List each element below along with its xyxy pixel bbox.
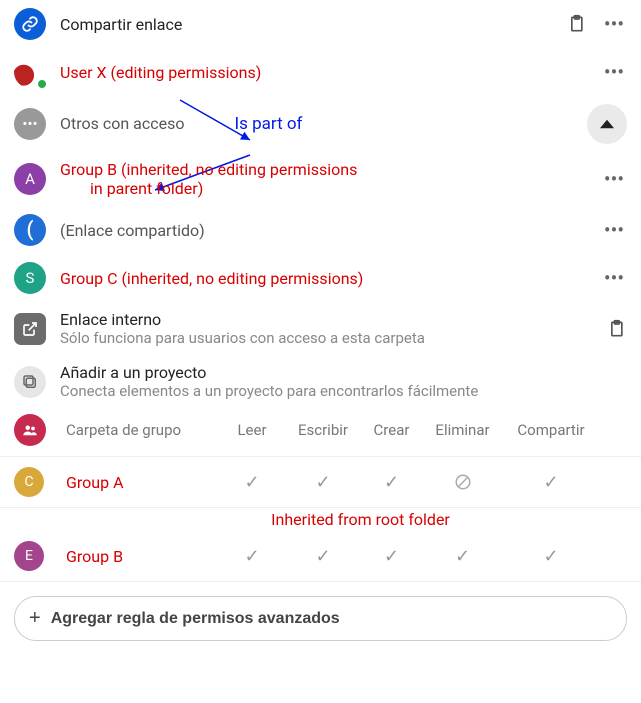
add-project-title: Añadir a un proyecto (60, 363, 627, 382)
inherited-note: Inherited from root folder (0, 508, 641, 531)
internal-link-sub: Sólo funciona para usuarios con acceso a… (60, 329, 591, 347)
shared-link-avatar: ( (14, 214, 46, 246)
group-b-perm-avatar: E (14, 541, 44, 571)
group-c-avatar: S (14, 262, 46, 294)
link-icon (14, 8, 46, 40)
add-advanced-rule-button[interactable]: + Agregar regla de permisos avanzados (14, 596, 627, 641)
perm-row-group-b: E Group B ✓ ✓ ✓ ✓ ✓ (0, 531, 641, 582)
add-project-sub: Conecta elementos a un proyecto para enc… (60, 382, 627, 400)
col-read: Leer (222, 421, 282, 439)
more-icon[interactable]: ••• (601, 265, 627, 291)
plus-icon: + (29, 607, 41, 630)
col-create: Crear (364, 421, 419, 439)
col-delete: Eliminar (425, 421, 500, 439)
ellipsis-avatar-icon: ••• (14, 108, 46, 140)
group-b-line1: Group B (inherited, no editing permissio… (60, 160, 587, 179)
more-icon[interactable]: ••• (601, 166, 627, 192)
permissions-header: Carpeta de grupo Leer Escribir Crear Eli… (0, 408, 641, 457)
is-part-of-annotation: Is part of (234, 114, 302, 134)
group-icon (14, 414, 46, 446)
others-with-access-row: ••• Otros con acceso Is part of (0, 96, 641, 152)
group-c-label: Group C (inherited, no editing permissio… (60, 269, 587, 288)
perm-cell[interactable]: ✓ (364, 472, 419, 493)
stack-icon (14, 366, 46, 398)
shared-link-row: ( (Enlace compartido) ••• (0, 206, 641, 254)
user-x-avatar (14, 56, 46, 88)
perm-cell[interactable]: ✓ (364, 546, 419, 567)
add-to-project-row[interactable]: Añadir a un proyecto Conecta elementos a… (0, 355, 641, 408)
share-link-label: Compartir enlace (60, 15, 551, 34)
perm-cell[interactable]: ✓ (222, 546, 282, 567)
presence-dot (36, 78, 48, 90)
more-icon[interactable]: ••• (601, 217, 627, 243)
others-label: Otros con acceso (60, 114, 184, 133)
external-link-icon (14, 313, 46, 345)
col-group-folder: Carpeta de grupo (66, 421, 216, 439)
perm-cell-denied[interactable] (425, 473, 500, 491)
add-rule-label: Agregar regla de permisos avanzados (51, 610, 340, 628)
perm-cell[interactable]: ✓ (425, 546, 500, 567)
clipboard-icon[interactable] (605, 318, 627, 340)
perm-cell[interactable]: ✓ (506, 546, 596, 567)
group-b-line2: in parent folder) (60, 179, 587, 198)
group-a-name: Group A (66, 473, 216, 492)
perm-cell[interactable]: ✓ (288, 472, 358, 493)
group-c-row: S Group C (inherited, no editing permiss… (0, 254, 641, 302)
col-write: Escribir (288, 421, 358, 439)
group-b-avatar: A (14, 163, 46, 195)
internal-link-row: Enlace interno Sólo funciona para usuari… (0, 302, 641, 355)
internal-link-title: Enlace interno (60, 310, 591, 329)
shared-link-label: (Enlace compartido) (60, 221, 587, 240)
perm-row-group-a: C Group A ✓ ✓ ✓ ✓ (0, 457, 641, 508)
collapse-button[interactable] (587, 104, 627, 144)
more-icon[interactable]: ••• (601, 59, 627, 85)
perm-cell[interactable]: ✓ (506, 472, 596, 493)
user-x-row: User X (editing permissions) ••• (0, 48, 641, 96)
group-b-perm-name: Group B (66, 547, 216, 566)
col-share: Compartir (506, 421, 596, 439)
group-a-avatar: C (14, 467, 44, 497)
share-link-row: Compartir enlace ••• (0, 0, 641, 48)
user-x-label: User X (editing permissions) (60, 63, 587, 82)
group-b-inherited-row: A Group B (inherited, no editing permiss… (0, 152, 641, 206)
perm-cell[interactable]: ✓ (288, 546, 358, 567)
clipboard-icon[interactable] (565, 13, 587, 35)
more-icon[interactable]: ••• (601, 11, 627, 37)
perm-cell[interactable]: ✓ (222, 472, 282, 493)
